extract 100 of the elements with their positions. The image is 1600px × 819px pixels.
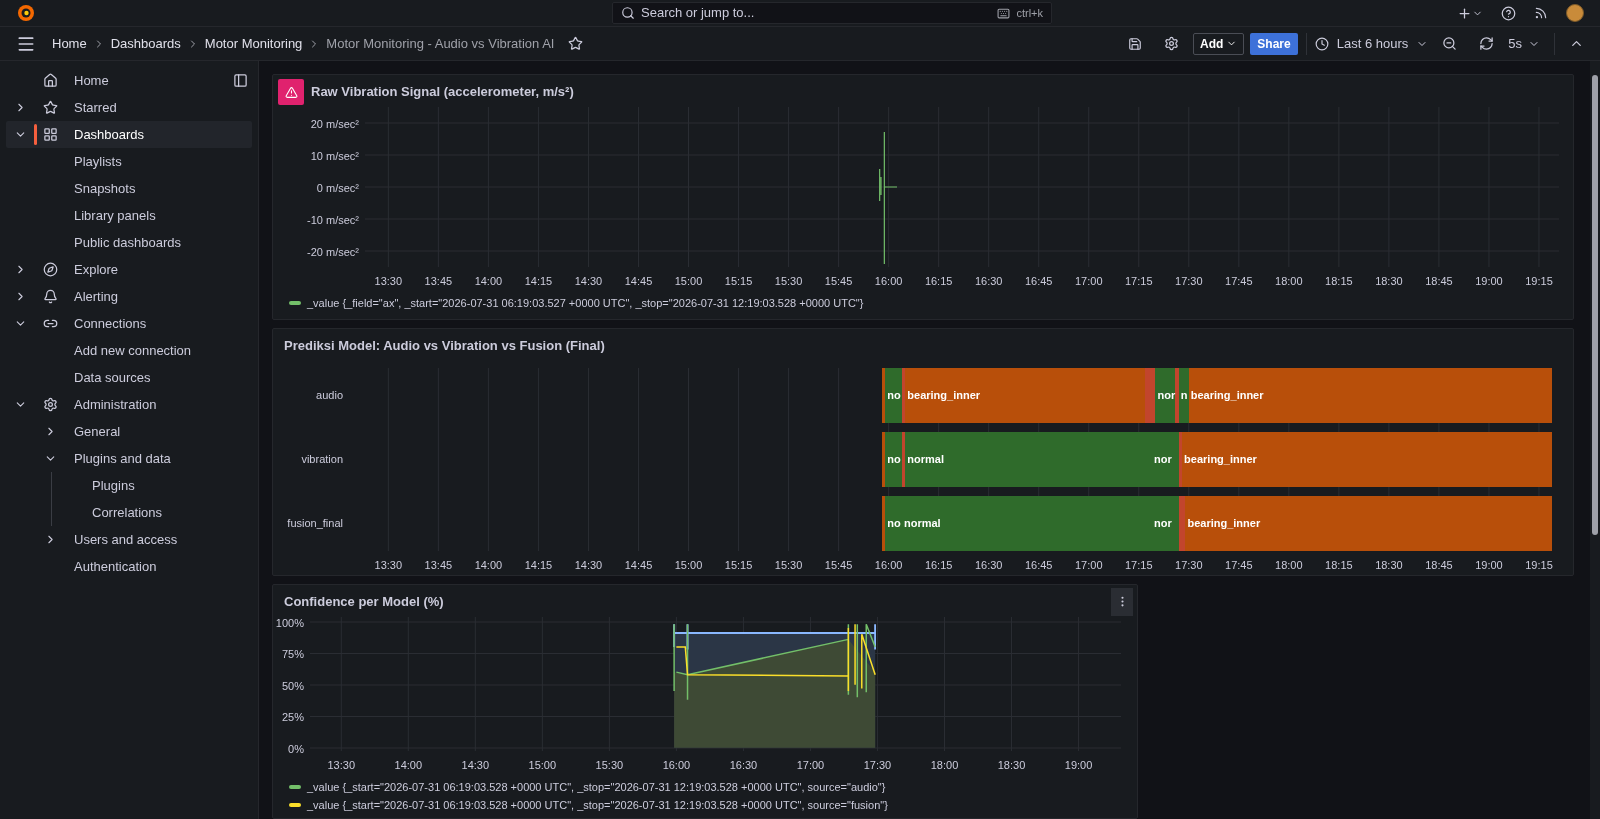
x-axis-tick: 14:00 <box>474 274 503 289</box>
x-axis-tick: 17:00 <box>796 757 825 773</box>
sidebar-item[interactable]: Alerting <box>6 283 252 310</box>
sidebar-item-label: Plugins <box>92 476 135 495</box>
y-axis-tick: 25% <box>281 710 304 726</box>
new-button[interactable] <box>1457 5 1483 21</box>
state-segment[interactable]: nor <box>1152 431 1179 487</box>
x-axis-tick: 15:30 <box>774 557 803 573</box>
sidebar-item[interactable]: Explore <box>6 256 252 283</box>
state-segment[interactable]: normal <box>901 495 1153 551</box>
sidebar-item[interactable]: Home <box>6 67 252 94</box>
share-button[interactable]: Share <box>1250 32 1298 55</box>
alert-badge[interactable] <box>278 79 304 105</box>
state-segment[interactable] <box>881 367 886 423</box>
state-segment[interactable]: no <box>885 431 902 487</box>
search-field[interactable]: Search or jump to... ctrl+k <box>612 2 1052 24</box>
x-axis-tick: 15:30 <box>774 274 803 289</box>
sidebar-item[interactable]: Plugins and data <box>6 445 252 472</box>
state-segment[interactable]: bearing_inner <box>905 367 1146 423</box>
sidebar-item[interactable]: Plugins <box>6 472 252 499</box>
shortcut-hint: ctrl+k <box>1016 5 1043 21</box>
add-button[interactable]: Add <box>1193 32 1245 55</box>
x-axis-tick: 16:45 <box>1024 274 1053 289</box>
sidebar-item[interactable]: Public dashboards <box>6 229 252 256</box>
sidebar-item[interactable]: Data sources <box>6 364 252 391</box>
x-axis-tick: 16:00 <box>874 557 903 573</box>
x-axis-tick: 18:30 <box>997 757 1026 773</box>
state-segment[interactable]: bearing_inner <box>1185 495 1553 551</box>
search-placeholder: Search or jump to... <box>641 4 755 23</box>
settings-icon[interactable] <box>1164 36 1180 51</box>
row-label: vibration <box>301 452 343 468</box>
save-icon[interactable] <box>1128 36 1143 51</box>
sidebar-item-label: Authentication <box>74 557 157 576</box>
x-axis-tick: 13:30 <box>327 757 356 773</box>
x-axis-tick: 14:00 <box>474 557 503 573</box>
x-axis-tick: 16:45 <box>1024 557 1053 573</box>
breadcrumb-link[interactable]: Motor Monitoring <box>204 33 303 54</box>
state-segment[interactable]: bearing_inner <box>1182 431 1553 487</box>
x-axis-tick: 13:30 <box>374 274 403 289</box>
sidebar-item-label: Users and access <box>74 530 178 549</box>
keyboard-icon <box>997 6 1011 20</box>
sidebar-item[interactable]: Administration <box>6 391 252 418</box>
state-segment[interactable]: bearing_inner <box>1188 367 1553 423</box>
x-axis-tick: 16:30 <box>729 757 758 773</box>
x-axis-tick: 18:45 <box>1425 557 1453 573</box>
state-segment[interactable]: nor <box>1152 495 1179 551</box>
state-segment[interactable]: no <box>885 367 902 423</box>
sidebar-item[interactable]: Snapshots <box>6 175 252 202</box>
state-segment[interactable] <box>881 495 886 551</box>
dock-menu-icon[interactable] <box>233 73 248 88</box>
user-avatar[interactable] <box>1566 4 1584 22</box>
x-axis-tick: 14:45 <box>624 274 653 289</box>
x-axis-tick: 18:00 <box>1275 557 1303 573</box>
x-axis-tick: 13:45 <box>424 274 453 289</box>
star-icon[interactable] <box>568 36 584 51</box>
logo-icon[interactable] <box>16 3 36 23</box>
scrollbar[interactable] <box>1590 61 1600 819</box>
state-segment[interactable]: normal <box>905 431 1153 487</box>
panel-title: Raw Vibration Signal (accelerometer, m/s²) <box>311 83 574 102</box>
x-axis-tick: 18:45 <box>1425 274 1453 289</box>
x-axis-tick: 18:30 <box>1375 274 1403 289</box>
sidebar-item[interactable]: Users and access <box>6 526 252 553</box>
sidebar-item[interactable]: Library panels <box>6 202 252 229</box>
x-axis-tick: 13:45 <box>424 557 453 573</box>
sidebar-item[interactable]: General <box>6 418 252 445</box>
state-segment[interactable]: nor <box>1155 367 1176 423</box>
x-axis-tick: 17:30 <box>1175 557 1203 573</box>
sidebar-item-label: Playlists <box>74 152 122 171</box>
x-axis-tick: 18:00 <box>930 757 959 773</box>
legend-label[interactable]: _value {_start="2026-07-31 06:19:03.528 +0000 UTC", _stop="2026-07-31 12:19:03.528 +0000 UTC", source="audio"} <box>307 778 886 796</box>
refresh-icon[interactable] <box>1479 36 1495 51</box>
sidebar-item[interactable]: Correlations <box>6 499 252 526</box>
panel-menu-button[interactable] <box>1111 587 1133 616</box>
sidebar-item[interactable]: Starred <box>6 94 252 121</box>
x-axis-tick: 14:15 <box>524 557 553 573</box>
breadcrumb-link[interactable]: Motor Monitoring - Audio vs Vibration AI <box>326 33 555 54</box>
x-axis-tick: 14:15 <box>524 274 553 289</box>
sidebar-item[interactable]: Authentication <box>6 553 252 580</box>
state-segment[interactable] <box>881 431 886 487</box>
state-segment[interactable]: n <box>1178 367 1189 423</box>
x-axis-tick: 19:00 <box>1475 557 1503 573</box>
grid-icon <box>43 127 58 142</box>
sidebar-item[interactable]: Add new connection <box>6 337 252 364</box>
legend-label[interactable]: _value {_start="2026-07-31 06:19:03.528 +0000 UTC", _stop="2026-07-31 12:19:03.528 +0000 UTC", source="fusion"} <box>307 796 888 814</box>
sidebar-item[interactable]: Playlists <box>6 148 252 175</box>
sidebar-item-label: Dashboards <box>74 125 145 144</box>
breadcrumb-link[interactable]: Dashboards <box>110 33 181 54</box>
refresh-interval-picker[interactable]: 5s <box>1508 33 1540 54</box>
sidebar-item[interactable]: Dashboards <box>6 121 252 148</box>
state-segment[interactable]: no <box>885 495 902 551</box>
legend-label[interactable]: _value {_field="ax", _start="2026-07-31 06:19:03.527 +0000 UTC", _stop="2026-07-31 12:19:03.528 +0000 UTC"} <box>307 294 864 312</box>
help-icon[interactable] <box>1501 5 1516 21</box>
time-range-picker[interactable]: Last 6 hours <box>1314 33 1429 54</box>
x-axis-tick: 15:15 <box>724 557 753 573</box>
sidebar-item-label: Snapshots <box>74 179 136 198</box>
sidebar-item[interactable]: Connections <box>6 310 252 337</box>
news-feed-icon[interactable] <box>1534 6 1548 20</box>
breadcrumb-link[interactable]: Home <box>52 33 87 54</box>
x-axis-tick: 17:00 <box>1074 557 1103 573</box>
zoom-out-icon[interactable] <box>1442 36 1458 51</box>
